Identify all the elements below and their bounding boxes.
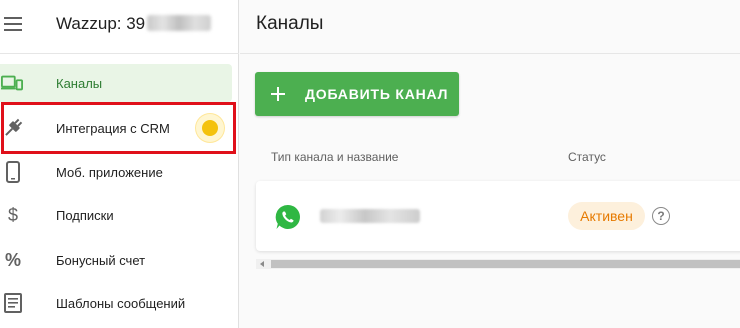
menu-icon[interactable] bbox=[4, 17, 22, 31]
sidebar-header: Wazzup: 39 bbox=[0, 0, 239, 54]
sidebar-item-channels[interactable]: Каналы bbox=[0, 64, 232, 102]
phone-icon bbox=[2, 161, 24, 183]
column-header-status: Статус bbox=[568, 150, 606, 164]
status-badge: Активен bbox=[568, 202, 645, 230]
sidebar-item-bonus-account[interactable]: % Бонусный счет bbox=[0, 241, 232, 279]
app-title-text: Wazzup: 39 bbox=[56, 14, 146, 33]
sidebar-item-label: Подписки bbox=[56, 207, 114, 223]
scrollbar-thumb[interactable] bbox=[271, 260, 740, 268]
sidebar-item-label: Шаблоны сообщений bbox=[56, 295, 186, 311]
plus-icon bbox=[271, 87, 285, 101]
sidebar-item-label: Каналы bbox=[56, 75, 103, 91]
add-channel-label: ДОБАВИТЬ КАНАЛ bbox=[305, 86, 449, 102]
account-number-blurred bbox=[147, 15, 212, 31]
scroll-left-icon[interactable] bbox=[260, 261, 264, 267]
document-icon bbox=[2, 292, 24, 314]
app-title: Wazzup: 39 bbox=[56, 14, 212, 34]
column-header-channel: Тип канала и название bbox=[271, 150, 399, 164]
add-channel-button[interactable]: ДОБАВИТЬ КАНАЛ bbox=[255, 72, 459, 116]
sidebar-item-label: Моб. приложение bbox=[56, 164, 163, 180]
channel-name-blurred bbox=[320, 209, 420, 223]
dollar-icon: $ bbox=[7, 204, 18, 225]
click-indicator bbox=[196, 114, 224, 142]
sidebar-item-label: Бонусный счет bbox=[56, 252, 146, 268]
sidebar-item-mobile-app[interactable]: Моб. приложение bbox=[0, 153, 232, 191]
devices-icon bbox=[1, 72, 23, 94]
page-title: Каналы bbox=[256, 13, 324, 34]
help-icon[interactable]: ? bbox=[652, 207, 670, 225]
sidebar-item-message-templates[interactable]: Шаблоны сообщений bbox=[0, 284, 232, 322]
main-header: Каналы bbox=[240, 0, 740, 54]
percent-icon: % bbox=[4, 249, 21, 270]
sidebar-item-subscriptions[interactable]: $ Подписки bbox=[0, 196, 232, 234]
sidebar: Wazzup: 39 Каналы Интеграция с CRM Моб. … bbox=[0, 0, 239, 328]
whatsapp-icon bbox=[274, 203, 302, 231]
